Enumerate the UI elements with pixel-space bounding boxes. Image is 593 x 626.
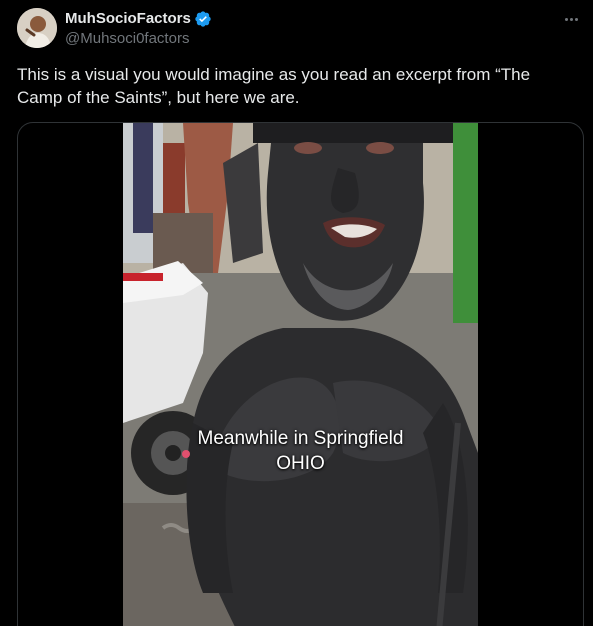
tweet[interactable]: MuhSocioFactors @Muhsoci0factors This is…	[0, 0, 593, 626]
avatar-image	[17, 8, 57, 48]
video-player[interactable]: Meanwhile in Springfield OHIO	[123, 123, 478, 626]
author-info: MuhSocioFactors @Muhsoci0factors	[65, 9, 212, 48]
user-handle[interactable]: @Muhsoci0factors	[65, 29, 212, 48]
more-options-button[interactable]	[559, 8, 583, 30]
video-caption-line-1: Meanwhile in Springfield	[197, 428, 404, 449]
display-name[interactable]: MuhSocioFactors	[65, 9, 191, 28]
more-horizontal-icon	[564, 17, 578, 21]
tweet-text: This is a visual you would imagine as yo…	[17, 65, 531, 107]
verified-badge-icon	[194, 10, 212, 28]
avatar[interactable]	[17, 8, 57, 48]
video-caption-line-2: OHIO	[276, 453, 325, 474]
name-row: MuhSocioFactors	[65, 9, 212, 28]
video-frame-image	[123, 123, 478, 626]
video-caption: Meanwhile in Springfield OHIO	[123, 426, 478, 476]
media-card[interactable]: Meanwhile in Springfield OHIO	[17, 122, 584, 626]
